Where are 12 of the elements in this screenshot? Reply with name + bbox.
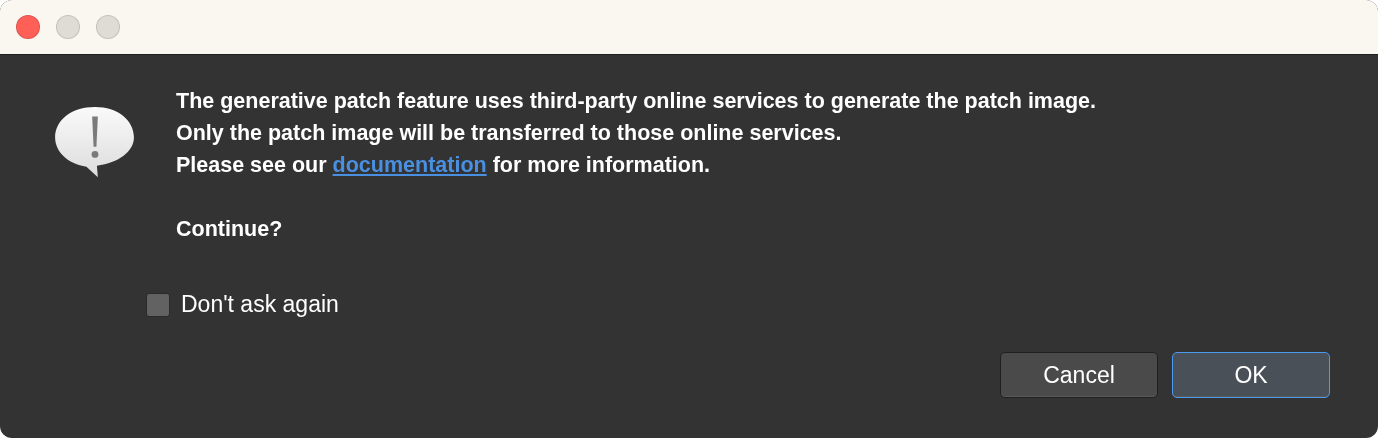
minimize-window-control[interactable] xyxy=(56,15,80,39)
zoom-window-control[interactable] xyxy=(96,15,120,39)
close-window-control[interactable] xyxy=(16,15,40,39)
message-text: Please see our documentation for more information. xyxy=(176,152,712,179)
checkbox-label: Don't ask again xyxy=(181,291,339,318)
cancel-button[interactable]: Cancel xyxy=(1000,352,1158,398)
ok-button[interactable]: OK xyxy=(1172,352,1330,398)
message-text: The generative patch feature uses third-party online services to generate the patch image. xyxy=(176,88,1096,115)
message-text: Only the patch image will be transferred to those online services. xyxy=(176,120,843,147)
question-text: Continue? xyxy=(176,216,284,243)
documentation-link[interactable]: documentation xyxy=(332,153,487,177)
checkbox[interactable] xyxy=(146,292,170,317)
